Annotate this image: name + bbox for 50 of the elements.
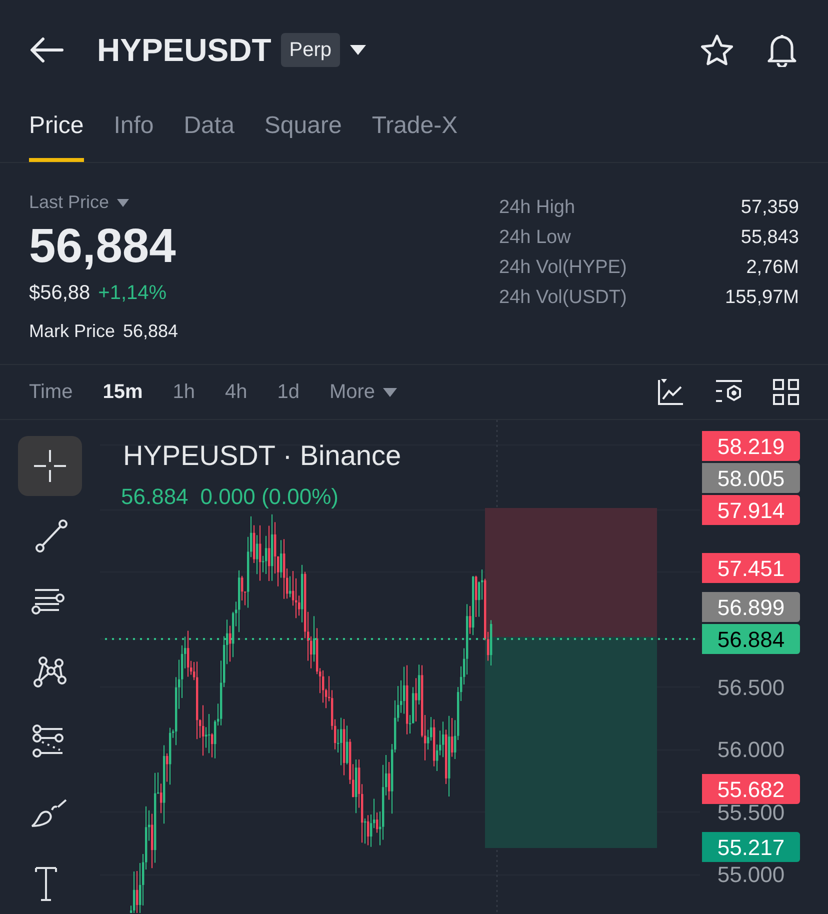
- interval-option[interactable]: 1h: [172, 377, 195, 407]
- stat-label: 24h Vol(USDT): [499, 286, 627, 308]
- grid-icon[interactable]: [773, 379, 799, 405]
- interval-option[interactable]: Time: [29, 377, 73, 407]
- stat-label: 24h Vol(HYPE): [499, 256, 627, 278]
- interval-option[interactable]: 4h: [224, 377, 248, 407]
- price-tag: 58.005: [702, 463, 800, 494]
- tab[interactable]: Info: [114, 108, 154, 162]
- stat-label: 24h Low: [499, 226, 571, 248]
- tab[interactable]: Square: [264, 108, 342, 162]
- last-price-label: Last Price: [29, 191, 110, 214]
- stat-value: 55,843: [740, 226, 799, 248]
- back-icon[interactable]: [30, 37, 64, 63]
- tool-button[interactable]: [18, 436, 82, 496]
- indicator-icon[interactable]: [657, 378, 685, 406]
- axis-label: 56.500: [716, 674, 786, 702]
- price-tag: 56.899: [702, 592, 800, 622]
- mark-price: 56,884: [123, 320, 178, 343]
- axis-label: 55.000: [716, 861, 786, 889]
- settings-icon[interactable]: [715, 379, 743, 405]
- bell-icon[interactable]: [766, 33, 798, 67]
- mark-price-label: Mark Price: [29, 320, 116, 343]
- price-tag: 57.451: [702, 553, 800, 584]
- interval-option[interactable]: 1d: [277, 377, 300, 407]
- tab[interactable]: Data: [184, 108, 234, 162]
- axis-label: 56.000: [716, 736, 786, 764]
- more-dropdown[interactable]: More: [329, 377, 398, 407]
- price-tag: 58.219: [702, 431, 800, 462]
- tab[interactable]: Price: [29, 108, 84, 162]
- usd-price: $56,88: [29, 281, 90, 306]
- star-icon[interactable]: [700, 34, 734, 66]
- chart-change: 0.000 (0.00%): [200, 483, 338, 511]
- stat-value: 57,359: [740, 196, 799, 218]
- price-tag: 57.914: [702, 495, 800, 526]
- price-tag: 55.682: [702, 774, 800, 804]
- chart-title: HYPEUSDT · Binance: [123, 439, 402, 473]
- interval-option[interactable]: 15m: [102, 377, 143, 407]
- stat-value: 155,97M: [725, 286, 799, 308]
- stat-value: 2,76M: [746, 256, 799, 278]
- caret-icon[interactable]: [350, 45, 366, 55]
- chart-last-value: 56.884: [121, 483, 188, 511]
- price-tag: 55.217: [702, 832, 800, 862]
- last-price: 56,884: [29, 219, 177, 275]
- current-price-tag: 56.884: [702, 624, 800, 654]
- tab[interactable]: Trade-X: [372, 108, 458, 162]
- contract-badge: Perp: [281, 33, 340, 67]
- caret-icon: [383, 388, 398, 396]
- symbol-title: HYPEUSDT: [97, 31, 272, 70]
- stat-label: 24h High: [499, 196, 576, 218]
- price-change: +1,14%: [98, 281, 167, 306]
